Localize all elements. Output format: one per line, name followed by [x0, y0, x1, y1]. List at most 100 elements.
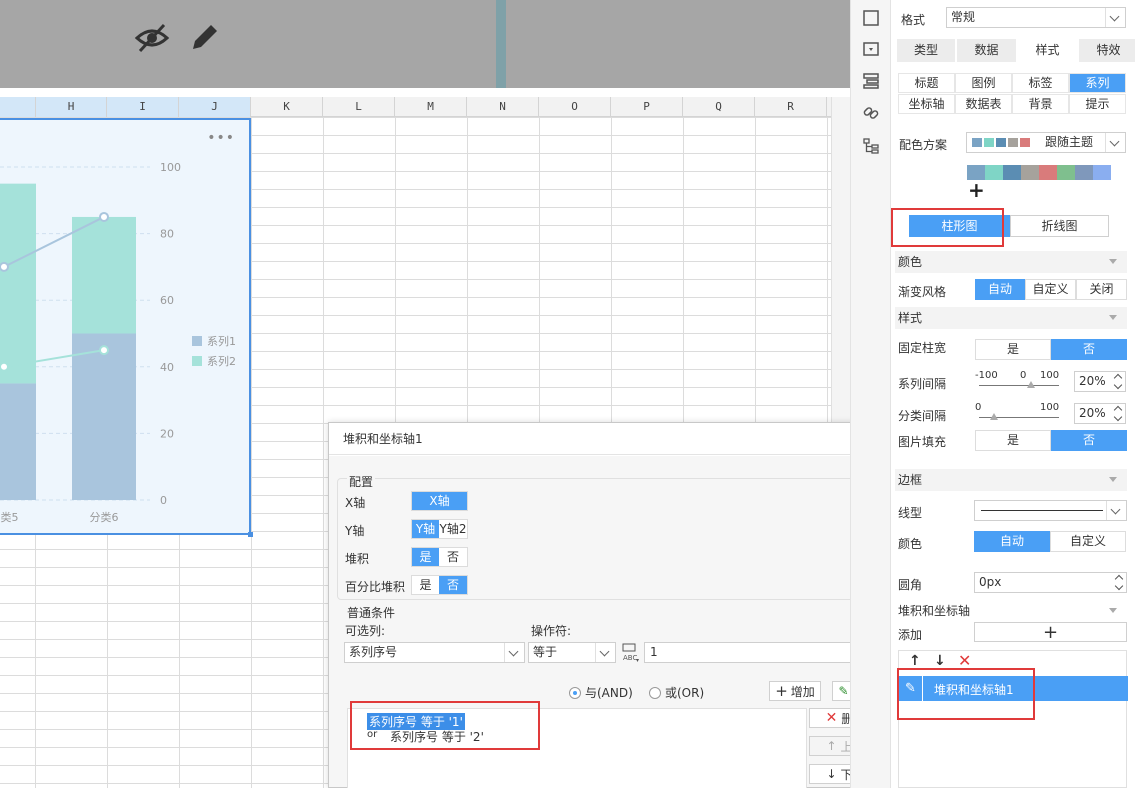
- section-color[interactable]: 颜色: [895, 251, 1127, 273]
- color-swatch[interactable]: [1057, 165, 1075, 180]
- stack-toggle[interactable]: 是 否: [411, 547, 468, 567]
- column-header[interactable]: N: [467, 97, 539, 117]
- pencil-icon[interactable]: [186, 20, 222, 56]
- border-color-auto[interactable]: 自动: [974, 531, 1050, 552]
- column-header[interactable]: L: [323, 97, 395, 117]
- chevron-down-icon[interactable]: [1105, 8, 1125, 27]
- radio-or[interactable]: 或(OR): [649, 684, 704, 701]
- slider-max: 100: [1040, 402, 1060, 413]
- gradient-auto[interactable]: 自动: [975, 279, 1025, 300]
- tab-legend[interactable]: 图例: [955, 73, 1012, 93]
- color-swatch[interactable]: [1039, 165, 1057, 180]
- tab-data[interactable]: 数据: [956, 38, 1017, 63]
- color-swatches[interactable]: [967, 165, 1111, 180]
- cell-element-icon[interactable]: [862, 9, 880, 27]
- column-select[interactable]: 系列序号: [344, 642, 525, 663]
- add-condition-button[interactable]: + 增加: [769, 681, 821, 701]
- tab-label[interactable]: 标签: [1012, 73, 1069, 93]
- tab-series[interactable]: 系列: [1069, 73, 1126, 93]
- section-border[interactable]: 边框: [895, 469, 1127, 491]
- x-axis-toggle[interactable]: X轴: [411, 491, 468, 511]
- arrow-down-icon[interactable]: ↓: [934, 653, 946, 669]
- column-header[interactable]: H: [36, 97, 107, 117]
- value-type-icon[interactable]: ABC: [621, 642, 641, 664]
- border-color-custom[interactable]: 自定义: [1050, 531, 1126, 552]
- add-color-icon[interactable]: +: [968, 178, 985, 202]
- tab-style[interactable]: 样式: [1017, 38, 1078, 63]
- stack-yes[interactable]: 是: [412, 548, 439, 566]
- percent-no[interactable]: 否: [439, 576, 467, 594]
- template-icon[interactable]: [862, 72, 880, 90]
- percent-stack-toggle[interactable]: 是 否: [411, 575, 468, 595]
- slider-thumb[interactable]: [990, 413, 998, 420]
- gradient-custom[interactable]: 自定义: [1025, 279, 1076, 300]
- chart-widget[interactable]: 100 80 60 40 20 0 分类5 分类6 系列1 系列2 •••: [0, 118, 253, 537]
- gradient-off[interactable]: 关闭: [1076, 279, 1127, 300]
- series-gap-slider[interactable]: -100 0 100: [975, 370, 1065, 394]
- chevron-down-icon[interactable]: [1106, 501, 1126, 520]
- y-axis-option-1[interactable]: Y轴: [412, 520, 439, 538]
- chevron-down-icon[interactable]: [1105, 133, 1125, 152]
- fixed-width-no[interactable]: 否: [1051, 339, 1127, 360]
- arrow-up-icon[interactable]: ↑: [909, 653, 921, 669]
- chart-type-line[interactable]: 折线图: [1010, 215, 1109, 237]
- section-stack-axis[interactable]: 堆积和坐标轴: [895, 600, 1127, 622]
- tab-title[interactable]: 标题: [898, 73, 955, 93]
- link-icon[interactable]: [862, 104, 880, 122]
- column-header-g[interactable]: [0, 97, 36, 117]
- y-axis-option-2[interactable]: Y轴2: [439, 520, 467, 538]
- color-swatch[interactable]: [1003, 165, 1021, 180]
- tab-effects[interactable]: 特效: [1078, 38, 1135, 63]
- column-header[interactable]: R: [755, 97, 827, 117]
- condition-value-input[interactable]: 1: [644, 642, 882, 663]
- color-swatch[interactable]: [1075, 165, 1093, 180]
- format-select[interactable]: 常规: [946, 7, 1126, 28]
- radius-input[interactable]: 0px: [974, 572, 1127, 593]
- y-axis-toggle[interactable]: Y轴 Y轴2: [411, 519, 468, 539]
- splitter-handle[interactable]: [496, 0, 506, 88]
- image-fill-yes[interactable]: 是: [975, 430, 1051, 451]
- radio-and[interactable]: 与(AND): [569, 684, 633, 701]
- tree-icon[interactable]: [862, 137, 880, 155]
- resize-handle[interactable]: [248, 532, 253, 537]
- tab-tooltip[interactable]: 提示: [1069, 94, 1126, 114]
- operator-select[interactable]: 等于: [528, 642, 616, 663]
- chevron-down-icon[interactable]: [595, 643, 615, 662]
- series-gap-input[interactable]: 20%: [1074, 371, 1126, 392]
- color-scheme-select[interactable]: 跟随主题: [966, 132, 1126, 153]
- column-header[interactable]: O: [539, 97, 611, 117]
- slider-thumb[interactable]: [1027, 381, 1035, 388]
- tab-background[interactable]: 背景: [1012, 94, 1069, 114]
- column-header[interactable]: J: [179, 97, 251, 117]
- x-axis-option[interactable]: X轴: [412, 492, 467, 510]
- spinner-icon[interactable]: [1113, 404, 1125, 423]
- spinner-icon[interactable]: [1114, 573, 1126, 592]
- tab-type[interactable]: 类型: [896, 38, 956, 63]
- color-swatch[interactable]: [1093, 165, 1111, 180]
- add-stack-button[interactable]: +: [974, 622, 1127, 643]
- fixed-width-options: 是 否: [975, 339, 1127, 360]
- tab-axis[interactable]: 坐标轴: [898, 94, 955, 114]
- column-header[interactable]: Q: [683, 97, 755, 117]
- fixed-width-yes[interactable]: 是: [975, 339, 1051, 360]
- line-type-select[interactable]: [974, 500, 1127, 521]
- more-icon[interactable]: •••: [207, 130, 235, 146]
- section-style[interactable]: 样式: [895, 307, 1127, 329]
- color-swatch[interactable]: [1021, 165, 1039, 180]
- spinner-icon[interactable]: [1113, 372, 1125, 391]
- stack-axis-dialog: 堆积和坐标轴1 配置 X轴 X轴 Y轴 Y轴 Y轴2 堆积 是 否 百分比堆积 …: [328, 422, 898, 788]
- category-gap-input[interactable]: 20%: [1074, 403, 1126, 424]
- eye-off-icon[interactable]: [134, 20, 170, 56]
- tab-datasheet[interactable]: 数据表: [955, 94, 1012, 114]
- stack-no[interactable]: 否: [439, 548, 467, 566]
- category-gap-slider[interactable]: 0 100: [975, 402, 1065, 426]
- widget-icon[interactable]: [862, 40, 880, 58]
- chevron-down-icon[interactable]: [504, 643, 524, 662]
- column-header[interactable]: P: [611, 97, 683, 117]
- color-swatch[interactable]: [985, 165, 1003, 180]
- column-header[interactable]: I: [107, 97, 179, 117]
- percent-yes[interactable]: 是: [412, 576, 439, 594]
- column-header[interactable]: M: [395, 97, 467, 117]
- column-header[interactable]: K: [251, 97, 323, 117]
- image-fill-no[interactable]: 否: [1051, 430, 1127, 451]
